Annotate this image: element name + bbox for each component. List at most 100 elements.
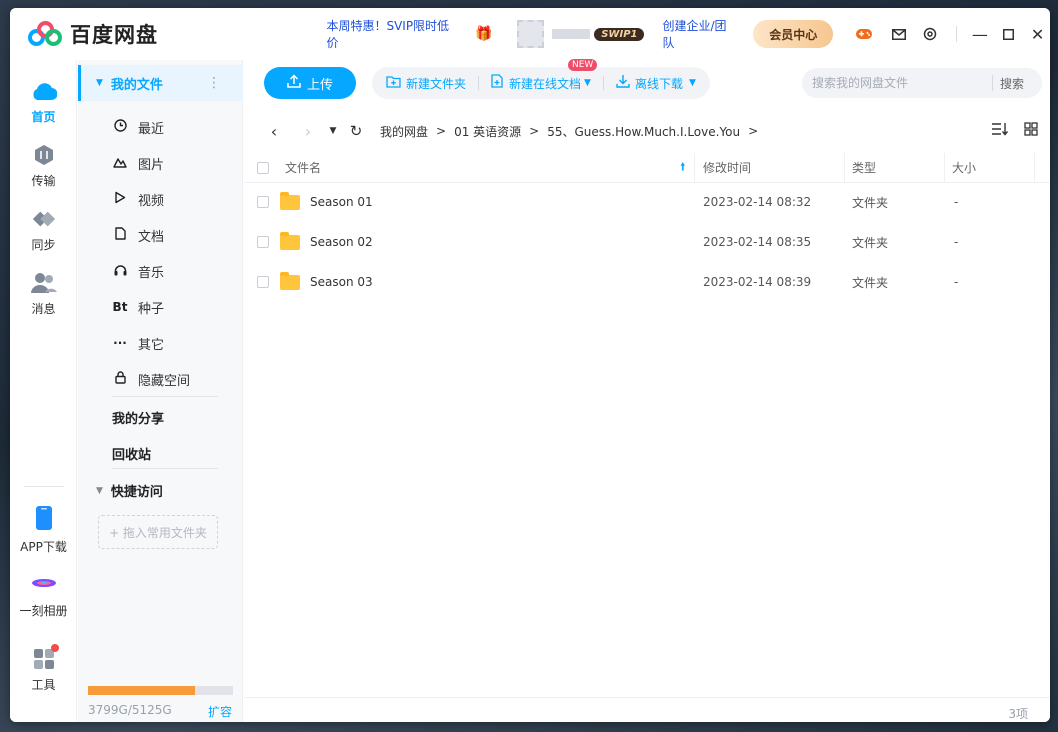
gamepad-icon[interactable] xyxy=(853,23,874,45)
file-name[interactable]: Season 02 xyxy=(310,235,373,249)
quick-access-drop-zone[interactable]: + 拖入常用文件夹 xyxy=(98,515,218,549)
close-icon[interactable]: ✕ xyxy=(1025,21,1050,47)
select-all-checkbox[interactable] xyxy=(257,161,269,174)
refresh-icon[interactable]: ↻ xyxy=(344,122,368,140)
rail-item-tools[interactable]: 工具 xyxy=(10,644,77,693)
breadcrumb-item[interactable]: 55、Guess.How.Much.I.Love.You xyxy=(547,123,740,140)
lock-icon xyxy=(112,371,128,387)
cloud-icon xyxy=(31,80,57,102)
new-doc-icon xyxy=(491,74,504,92)
minimize-icon[interactable]: — xyxy=(967,21,992,47)
rail-label: 同步 xyxy=(31,238,56,252)
row-checkbox[interactable] xyxy=(257,196,269,208)
rail-item-transfer[interactable]: 传输 xyxy=(10,144,77,189)
rail-item-app-download[interactable]: APP下载 xyxy=(10,504,77,555)
create-team-link[interactable]: 创建企业/团队 xyxy=(662,17,735,51)
column-header-size[interactable]: 大小 xyxy=(952,159,976,176)
dropdown-arrow-icon[interactable]: ▼ xyxy=(689,78,696,88)
rail-item-messages[interactable]: 消息 xyxy=(10,272,77,317)
column-divider[interactable] xyxy=(694,153,695,183)
quick-access-label: 快捷访问 xyxy=(110,485,163,500)
sidebar-item-label: 文档 xyxy=(138,229,165,245)
sidebar-item-recent[interactable]: 最近 xyxy=(78,109,243,145)
search-input[interactable] xyxy=(812,76,992,90)
new-folder-button[interactable]: 新建文件夹 xyxy=(386,75,466,92)
app-window: 百度网盘 本周特惠！SVIP限时低价 🎁 SWIP1 创建企业/团队 会员中心 … xyxy=(10,8,1050,722)
settings-icon[interactable] xyxy=(919,23,940,45)
sidebar-my-files[interactable]: ▼ 我的文件 ⋮ xyxy=(78,65,243,101)
sidebar-item-documents[interactable]: 文档 xyxy=(78,217,243,253)
rail-label: 一刻相册 xyxy=(19,604,68,618)
column-divider[interactable] xyxy=(944,153,945,183)
storage-quota-bar xyxy=(88,686,233,695)
file-size: - xyxy=(954,195,959,209)
breadcrumb-separator: > xyxy=(748,124,759,138)
rail-item-album[interactable]: 一刻相册 xyxy=(10,570,77,619)
row-checkbox[interactable] xyxy=(257,276,269,288)
rail-item-sync[interactable]: 同步 xyxy=(10,208,77,253)
sidebar-item-videos[interactable]: 视频 xyxy=(78,181,243,217)
tool-separator xyxy=(602,76,604,90)
history-dropdown-icon[interactable]: ▼ xyxy=(326,126,340,136)
title-divider xyxy=(956,26,958,42)
username-blurred[interactable] xyxy=(552,29,591,39)
promo-link[interactable]: 本周特惠！SVIP限时低价 xyxy=(326,17,455,51)
breadcrumb-item[interactable]: 01 英语资源 xyxy=(454,123,521,140)
column-divider[interactable] xyxy=(844,153,845,183)
avatar[interactable] xyxy=(517,20,545,48)
sidebar-item-hidden-space[interactable]: 隐藏空间 xyxy=(78,361,243,397)
column-divider[interactable] xyxy=(1034,153,1035,183)
column-header-type[interactable]: 类型 xyxy=(852,159,876,176)
forward-arrow-icon[interactable]: › xyxy=(296,122,320,141)
rail-item-home[interactable]: 首页 xyxy=(10,80,77,125)
quick-access-header[interactable]: ▼ 快捷访问 xyxy=(78,481,243,500)
new-online-doc-button[interactable]: 新建在线文档 ▼ xyxy=(491,74,591,92)
title-bar: 百度网盘 本周特惠！SVIP限时低价 🎁 SWIP1 创建企业/团队 会员中心 … xyxy=(10,8,1050,60)
vip-badge[interactable]: SWIP1 xyxy=(594,27,645,41)
file-name[interactable]: Season 03 xyxy=(310,275,373,289)
offline-download-button[interactable]: 离线下载 ▼ xyxy=(616,74,696,92)
sort-ascending-icon[interactable]: 🠙 xyxy=(680,158,686,177)
app-name: 百度网盘 xyxy=(70,23,158,47)
column-header-name[interactable]: 文件名 xyxy=(285,159,321,176)
offline-download-label: 离线下载 xyxy=(634,76,683,91)
row-checkbox[interactable] xyxy=(257,236,269,248)
table-row[interactable]: Season 02 2023-02-14 08:35 文件夹 - xyxy=(244,222,1050,262)
caret-down-icon: ▼ xyxy=(96,78,103,88)
table-row[interactable]: Season 01 2023-02-14 08:32 文件夹 - xyxy=(244,182,1050,222)
folder-icon xyxy=(280,271,300,290)
table-row[interactable]: Season 03 2023-02-14 08:39 文件夹 - xyxy=(244,262,1050,302)
upload-button[interactable]: 上传 xyxy=(264,67,356,99)
sidebar-item-my-share[interactable]: 我的分享 xyxy=(112,408,164,427)
sidebar-item-torrents[interactable]: Bt 种子 xyxy=(78,289,243,325)
maximize-icon[interactable] xyxy=(996,21,1021,47)
grid-view-icon[interactable] xyxy=(1024,122,1038,140)
item-count: 3项 xyxy=(1008,707,1028,721)
mail-icon[interactable] xyxy=(888,23,909,45)
file-size: - xyxy=(954,275,959,289)
breadcrumb-item[interactable]: 我的网盘 xyxy=(380,123,428,140)
file-name[interactable]: Season 01 xyxy=(310,195,373,209)
transfer-icon xyxy=(31,144,57,166)
sort-list-icon[interactable] xyxy=(991,122,1009,140)
back-arrow-icon[interactable]: ‹ xyxy=(262,122,286,141)
more-vertical-icon[interactable]: ⋮ xyxy=(207,75,221,91)
sidebar-item-label: 图片 xyxy=(138,157,165,173)
sidebar-item-pictures[interactable]: 图片 xyxy=(78,145,243,181)
file-type: 文件夹 xyxy=(852,275,889,290)
sidebar-item-recycle-bin[interactable]: 回收站 xyxy=(112,444,151,463)
sidebar-item-music[interactable]: 音乐 xyxy=(78,253,243,289)
search-button[interactable]: 搜索 xyxy=(1000,75,1024,92)
expand-storage-link[interactable]: 扩容 xyxy=(208,703,232,720)
file-modified: 2023-02-14 08:35 xyxy=(703,235,812,249)
notification-dot xyxy=(50,644,59,652)
rail-divider xyxy=(24,486,64,487)
gift-icon[interactable]: 🎁 xyxy=(475,26,492,42)
column-header-modified[interactable]: 修改时间 xyxy=(703,159,751,176)
clock-icon xyxy=(112,119,128,135)
sidebar-item-other[interactable]: ··· 其它 xyxy=(78,325,243,361)
dropdown-arrow-icon[interactable]: ▼ xyxy=(584,78,591,88)
member-center-button[interactable]: 会员中心 xyxy=(753,20,834,48)
file-modified: 2023-02-14 08:32 xyxy=(703,195,812,209)
navigation-bar: ‹ › ▼ ↻ 我的网盘 > 01 英语资源 > 55、Guess.How.Mu… xyxy=(244,116,1050,146)
